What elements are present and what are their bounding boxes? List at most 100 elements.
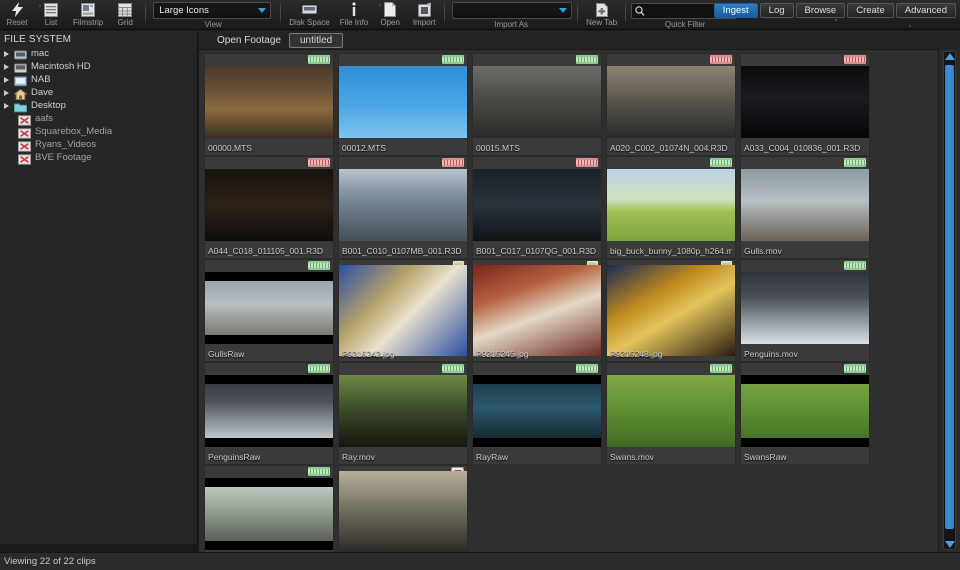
sidebar-item-label: Dave: [31, 87, 53, 98]
clip-cell[interactable]: SwansRaw: [740, 362, 870, 465]
reset-button[interactable]: Reset: [0, 0, 34, 28]
disclosure-triangle-icon[interactable]: [4, 90, 14, 96]
disk-space-button[interactable]: Disk Space: [284, 0, 334, 28]
clip-cell[interactable]: [338, 465, 468, 552]
clip-cell[interactable]: [204, 465, 334, 552]
clip-thumbnail[interactable]: [473, 263, 601, 357]
clip-cell[interactable]: P9215248.jpg: [606, 259, 736, 362]
disk-space-icon: [302, 1, 317, 18]
vertical-scrollbar[interactable]: [938, 49, 960, 552]
film-badge-icon: [710, 364, 732, 373]
clip-thumbnail[interactable]: [741, 374, 869, 448]
disclosure-triangle-icon[interactable]: [4, 51, 14, 57]
film-badge-icon: [844, 158, 866, 167]
disclosure-triangle-icon[interactable]: [4, 103, 14, 109]
letterbox-bar-bottom: [205, 335, 333, 344]
letterbox-bar-top: [205, 375, 333, 384]
clip-thumbnail[interactable]: [205, 271, 333, 345]
clip-cell[interactable]: big_buck_bunny_1080p_h264.mov: [606, 156, 736, 259]
mode-log[interactable]: Log: [760, 3, 794, 18]
import-as-select[interactable]: [452, 2, 572, 19]
new-tab-button[interactable]: New Tab: [581, 0, 622, 28]
clip-thumbnail[interactable]: [339, 469, 467, 552]
sidebar-item-aafs[interactable]: aafs: [0, 112, 197, 125]
clip-cell[interactable]: 00000.MTS: [204, 53, 334, 156]
clip-thumbnail[interactable]: [741, 271, 869, 345]
file-info-button[interactable]: File Info: [335, 0, 373, 28]
clip-thumbnail[interactable]: [473, 374, 601, 448]
open-button[interactable]: Open: [373, 0, 407, 28]
filmstrip-view-button[interactable]: Filmstrip: [68, 0, 108, 28]
clip-thumbnail[interactable]: [741, 168, 869, 242]
sidebar-item-macintosh-hd[interactable]: Macintosh HD: [0, 60, 197, 73]
clip-cell[interactable]: P9215245.jpg: [472, 259, 602, 362]
clip-thumbnail[interactable]: [205, 65, 333, 139]
sidebar-item-dave[interactable]: Dave: [0, 86, 197, 99]
clip-thumbnail[interactable]: [205, 374, 333, 448]
clip-thumbnail[interactable]: [741, 65, 869, 139]
clip-cell[interactable]: B001_C017_0107QG_001.R3D: [472, 156, 602, 259]
list-view-button[interactable]: List: [34, 0, 68, 28]
clip-thumbnail[interactable]: [339, 263, 467, 357]
scroll-up-arrow-icon[interactable]: [945, 53, 955, 60]
clip-cell[interactable]: 00015.MTS: [472, 53, 602, 156]
mode-ingest[interactable]: Ingest: [714, 3, 758, 18]
disclosure-triangle-icon[interactable]: [4, 77, 14, 83]
sidebar-item-desktop[interactable]: Desktop: [0, 99, 197, 112]
clip-cell[interactable]: GullsRaw: [204, 259, 334, 362]
letterbox-bar-top: [473, 375, 601, 384]
clip-cell[interactable]: P9215242.jpg: [338, 259, 468, 362]
clip-cell[interactable]: A033_C004_010836_001.R3D: [740, 53, 870, 156]
clip-thumbnail[interactable]: [607, 374, 735, 448]
scrollbar-track[interactable]: [943, 51, 956, 550]
tab-open-footage[interactable]: Open Footage: [207, 33, 291, 48]
file-system-title: FILE SYSTEM: [0, 31, 197, 47]
letterbox-bar-bottom: [473, 438, 601, 447]
clip-cell[interactable]: Swans.mov: [606, 362, 736, 465]
view-group-label: View: [149, 20, 277, 29]
clip-cell[interactable]: Penguins.mov: [740, 259, 870, 362]
grid-view-button[interactable]: Grid: [108, 0, 142, 28]
clip-thumbnail[interactable]: [205, 477, 333, 551]
sidebar-item-ryans-videos[interactable]: Ryans_Videos: [0, 138, 197, 151]
disclosure-triangle-icon[interactable]: [4, 64, 14, 70]
clip-cell[interactable]: 00012.MTS: [338, 53, 468, 156]
mode-create[interactable]: Create: [847, 3, 894, 18]
sidebar-item-squarebox-media[interactable]: Squarebox_Media: [0, 125, 197, 138]
clip-cell[interactable]: B001_C010_0107MB_001.R3D: [338, 156, 468, 259]
clip-thumbnail[interactable]: [339, 374, 467, 448]
scrollbar-thumb[interactable]: [945, 65, 954, 529]
clip-browser[interactable]: 00000.MTS00012.MTS00015.MTSA020_C002_010…: [199, 49, 938, 552]
filmstrip-icon: [81, 1, 95, 18]
clip-thumbnail[interactable]: [473, 65, 601, 139]
view-select-value: Large Icons: [159, 5, 209, 16]
clip-thumbnail[interactable]: [607, 168, 735, 242]
clip-cell[interactable]: A020_C002_01074N_004.R3D: [606, 53, 736, 156]
tab-untitled[interactable]: untitled: [289, 33, 343, 48]
clip-name: P9215242.jpg: [342, 349, 464, 359]
clip-cell[interactable]: PenguinsRaw: [204, 362, 334, 465]
clip-name: A044_C018_011105_001.R3D: [208, 246, 330, 256]
clip-thumbnail[interactable]: [339, 168, 467, 242]
harddrive-icon: [14, 61, 27, 72]
mode-browse[interactable]: Browse: [796, 3, 846, 18]
sidebar-item-bve-footage[interactable]: BVE Footage: [0, 151, 197, 164]
clip-thumbnail[interactable]: [205, 168, 333, 242]
clip-thumbnail[interactable]: [473, 168, 601, 242]
sidebar-item-mac[interactable]: mac: [0, 47, 197, 60]
clip-cell[interactable]: Ray.mov: [338, 362, 468, 465]
clip-thumbnail[interactable]: [607, 65, 735, 139]
clip-cell[interactable]: A044_C018_011105_001.R3D: [204, 156, 334, 259]
clip-cell[interactable]: Gulls.mov: [740, 156, 870, 259]
drive-icon: [14, 74, 27, 85]
grid-view-button-label: Grid: [118, 18, 133, 28]
clip-cell[interactable]: RayRaw: [472, 362, 602, 465]
clip-name: big_buck_bunny_1080p_h264.mov: [610, 246, 732, 256]
scroll-down-arrow-icon[interactable]: [945, 541, 955, 548]
view-select[interactable]: Large Icons: [153, 2, 271, 19]
sidebar-item-nab[interactable]: NAB: [0, 73, 197, 86]
import-button[interactable]: Import: [407, 0, 441, 28]
clip-thumbnail[interactable]: [607, 263, 735, 357]
mode-advanced[interactable]: Advanced: [896, 3, 956, 18]
clip-thumbnail[interactable]: [339, 65, 467, 139]
